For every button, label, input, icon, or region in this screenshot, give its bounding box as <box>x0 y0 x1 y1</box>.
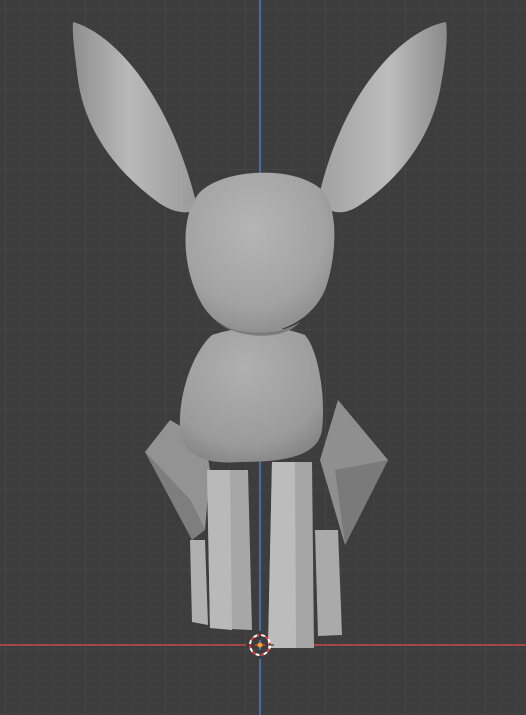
right-foot[interactable] <box>315 530 342 636</box>
front-left-leg-light <box>207 470 232 630</box>
front-right-leg-light <box>268 462 296 648</box>
3d-viewport[interactable] <box>0 0 526 715</box>
viewport-canvas[interactable] <box>0 0 526 715</box>
head[interactable] <box>185 172 335 334</box>
object-origin-icon <box>257 642 263 648</box>
left-foot[interactable] <box>190 540 208 625</box>
body[interactable] <box>179 327 324 463</box>
